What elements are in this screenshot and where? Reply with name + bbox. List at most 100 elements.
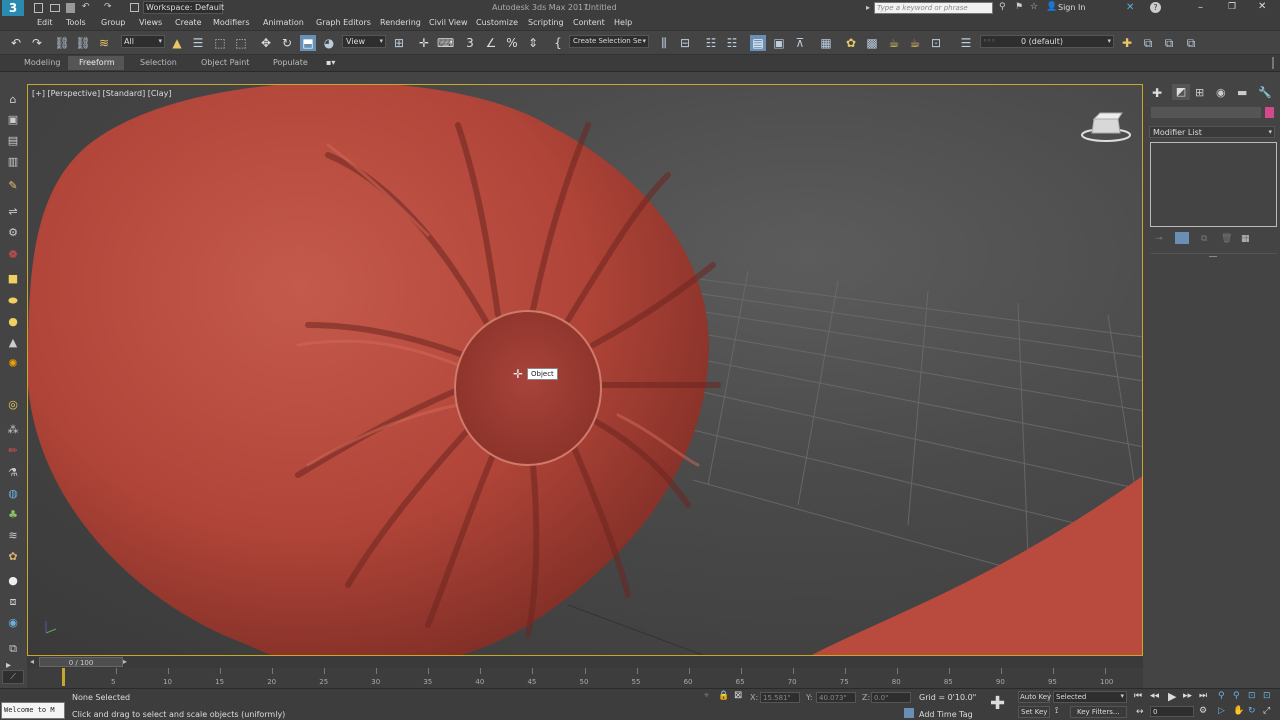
viewport-label[interactable]: [+] [Perspective] [Standard] [Clay] (32, 89, 171, 98)
search-icon[interactable]: ⚲ (999, 2, 1006, 12)
go-to-end-icon[interactable]: ⏭ (1199, 691, 1207, 701)
key-selection-dropdown[interactable]: Selected ▾ (1053, 691, 1127, 703)
save-file-icon[interactable] (66, 3, 75, 13)
zoom-all-icon[interactable]: ⚲ (1233, 691, 1240, 701)
make-unique-icon[interactable]: ⧉ (1201, 234, 1207, 244)
select-in-layer-icon[interactable]: ⧉ (1161, 35, 1177, 51)
rope-icon[interactable]: ✿ (5, 549, 21, 565)
box-icon[interactable]: ■ (5, 271, 21, 287)
pin-stack-icon[interactable]: ⊸ (1155, 234, 1163, 244)
select-object-icon[interactable]: ▲ (169, 35, 185, 51)
menu-scripting[interactable]: Scripting (528, 18, 564, 27)
select-move-icon[interactable]: ✥ (258, 35, 274, 51)
exchange-icon[interactable]: ✕ (1126, 2, 1134, 13)
set-key-button[interactable]: Set Key (1018, 706, 1050, 718)
ribbon-options-icon[interactable]: ▪▾ (326, 58, 335, 67)
reference-coordinate-dropdown[interactable]: View ▾ (342, 35, 386, 48)
curve-editor-icon[interactable]: ▣ (771, 35, 787, 51)
utility-icon[interactable]: ⧉ (5, 641, 21, 657)
rendered-frame-window-icon[interactable]: ▩ (864, 35, 880, 51)
spinner-snap-icon[interactable]: ⇕ (525, 35, 541, 51)
play-icon[interactable]: ▶ (1168, 690, 1176, 703)
menu-rendering[interactable]: Rendering (380, 18, 421, 27)
next-frame-icon[interactable]: ▸▸ (1183, 691, 1192, 701)
new-file-icon[interactable] (34, 3, 43, 13)
sign-in-link[interactable]: Sign In (1058, 3, 1085, 12)
y-coord-field[interactable]: 40.073" (816, 692, 856, 703)
auto-key-button[interactable]: Auto Key (1018, 691, 1051, 703)
select-by-name-icon[interactable]: ☰ (190, 35, 206, 51)
tab-freeform-active[interactable]: Freeform (68, 56, 124, 70)
key-mode-toggle-icon[interactable]: ↔ (1136, 707, 1144, 717)
snaps-toggle-icon[interactable]: 3 (462, 35, 478, 51)
angle-snap-icon[interactable]: ∠ (483, 35, 499, 51)
cylinder-icon[interactable]: ⬬ (5, 293, 21, 309)
remove-modifier-icon[interactable]: 🗑 (1221, 234, 1232, 244)
zoom-extents-all-icon[interactable]: ⊡ (1263, 691, 1271, 701)
maximize-viewport-icon[interactable]: ⤢ (1263, 706, 1270, 716)
animation-icon[interactable]: ❁ (5, 247, 21, 263)
menu-modifiers[interactable]: Modifiers (213, 18, 250, 27)
key-filters-button[interactable]: Key Filters... (1070, 706, 1127, 718)
motion-tab-icon[interactable]: ◉ (1216, 86, 1226, 99)
set-key-big-icon[interactable]: ✚ (990, 693, 1005, 714)
search-arrow-icon[interactable]: ▸ (866, 3, 870, 12)
menu-customize[interactable]: Customize (476, 18, 518, 27)
particles-icon[interactable]: ⁂ (5, 422, 21, 438)
favorites-icon[interactable]: ☆ (1030, 2, 1038, 12)
previous-frame-icon[interactable]: ◂◂ (1150, 691, 1159, 701)
track-bar-playhead[interactable] (62, 668, 65, 686)
display-tab-icon[interactable]: ▬ (1237, 86, 1247, 99)
menu-content[interactable]: Content (573, 18, 605, 27)
undo-icon[interactable]: ↶ (8, 35, 24, 51)
workspace-dropdown[interactable]: Workspace: Default (143, 1, 224, 14)
scene-explorer-icon[interactable]: ☷ (703, 35, 719, 51)
field-of-view-icon[interactable]: ▷ (1218, 706, 1225, 716)
wind-icon[interactable]: ≋ (5, 528, 21, 544)
communication-center-icon[interactable]: ⚑ (1015, 2, 1023, 12)
ribbon-toggle-icon[interactable]: ▤ (750, 35, 766, 51)
set-current-layer-icon[interactable]: ⧉ (1183, 35, 1199, 51)
light-icon[interactable]: ✎ (5, 178, 21, 194)
menu-tools[interactable]: Tools (66, 18, 86, 27)
modifier-stack[interactable] (1150, 142, 1277, 227)
align-icon[interactable]: ⊟ (677, 35, 693, 51)
cone-icon[interactable]: ▲ (5, 335, 21, 351)
menu-animation[interactable]: Animation (263, 18, 304, 27)
select-rotate-icon[interactable]: ↻ (279, 35, 295, 51)
material-editor-icon[interactable]: ▦ (818, 35, 834, 51)
object-name-field[interactable] (1151, 107, 1261, 118)
globe-icon[interactable]: ◍ (5, 486, 21, 502)
add-to-layer-icon[interactable]: ⧉ (1140, 35, 1156, 51)
maxscript-listener[interactable]: Welcome to M (1, 702, 65, 719)
add-time-tag-label[interactable]: Add Time Tag (919, 710, 973, 719)
absolute-mode-icon[interactable]: ⊠ (734, 690, 742, 701)
rollout-grip-icon[interactable] (1209, 256, 1217, 257)
perspective-viewport[interactable]: [+] [Perspective] [Standard] [Clay] ✛ Ob… (27, 84, 1143, 656)
window-crossing-icon[interactable]: ⬚ (233, 35, 249, 51)
configure-modifier-sets-icon[interactable]: ▦ (1241, 234, 1250, 244)
percent-snap-icon[interactable]: % (504, 35, 520, 51)
bind-space-warp-icon[interactable]: ≋ (96, 35, 112, 51)
menu-civil-view[interactable]: Civil View (429, 18, 468, 27)
tab-selection[interactable]: Selection (140, 58, 177, 67)
track-bar-toggle-icon[interactable]: ⟋ (2, 670, 24, 684)
mirror-icon[interactable]: ⫼ (656, 35, 672, 51)
freeze-icon[interactable]: ▤ (5, 133, 21, 149)
redo-quick-icon[interactable]: ↷ (104, 2, 112, 12)
menu-create[interactable]: Create (175, 18, 202, 27)
ball-icon[interactable]: ● (5, 573, 21, 589)
render-setup-icon[interactable]: ✿ (843, 35, 859, 51)
torus-icon[interactable]: ◎ (5, 397, 21, 413)
sphere-icon[interactable]: ● (5, 314, 21, 330)
isolate-selection-icon[interactable]: ⌖ (704, 691, 709, 701)
help-icon[interactable]: ? (1150, 2, 1161, 13)
user-icon[interactable]: 👤 (1046, 2, 1057, 12)
transform-icon[interactable]: ⇌ (5, 204, 21, 220)
time-slider-prev-icon[interactable]: ◂ (30, 657, 34, 666)
time-slider-next-icon[interactable]: ▸ (123, 657, 127, 666)
viewport-layout-icon[interactable]: ◉ (5, 615, 21, 631)
key-mode-icon[interactable]: ⟟ (1055, 706, 1058, 716)
utilities-tab-icon[interactable]: 🔧 (1258, 86, 1272, 99)
link-icon[interactable]: ⛓ (54, 35, 70, 51)
